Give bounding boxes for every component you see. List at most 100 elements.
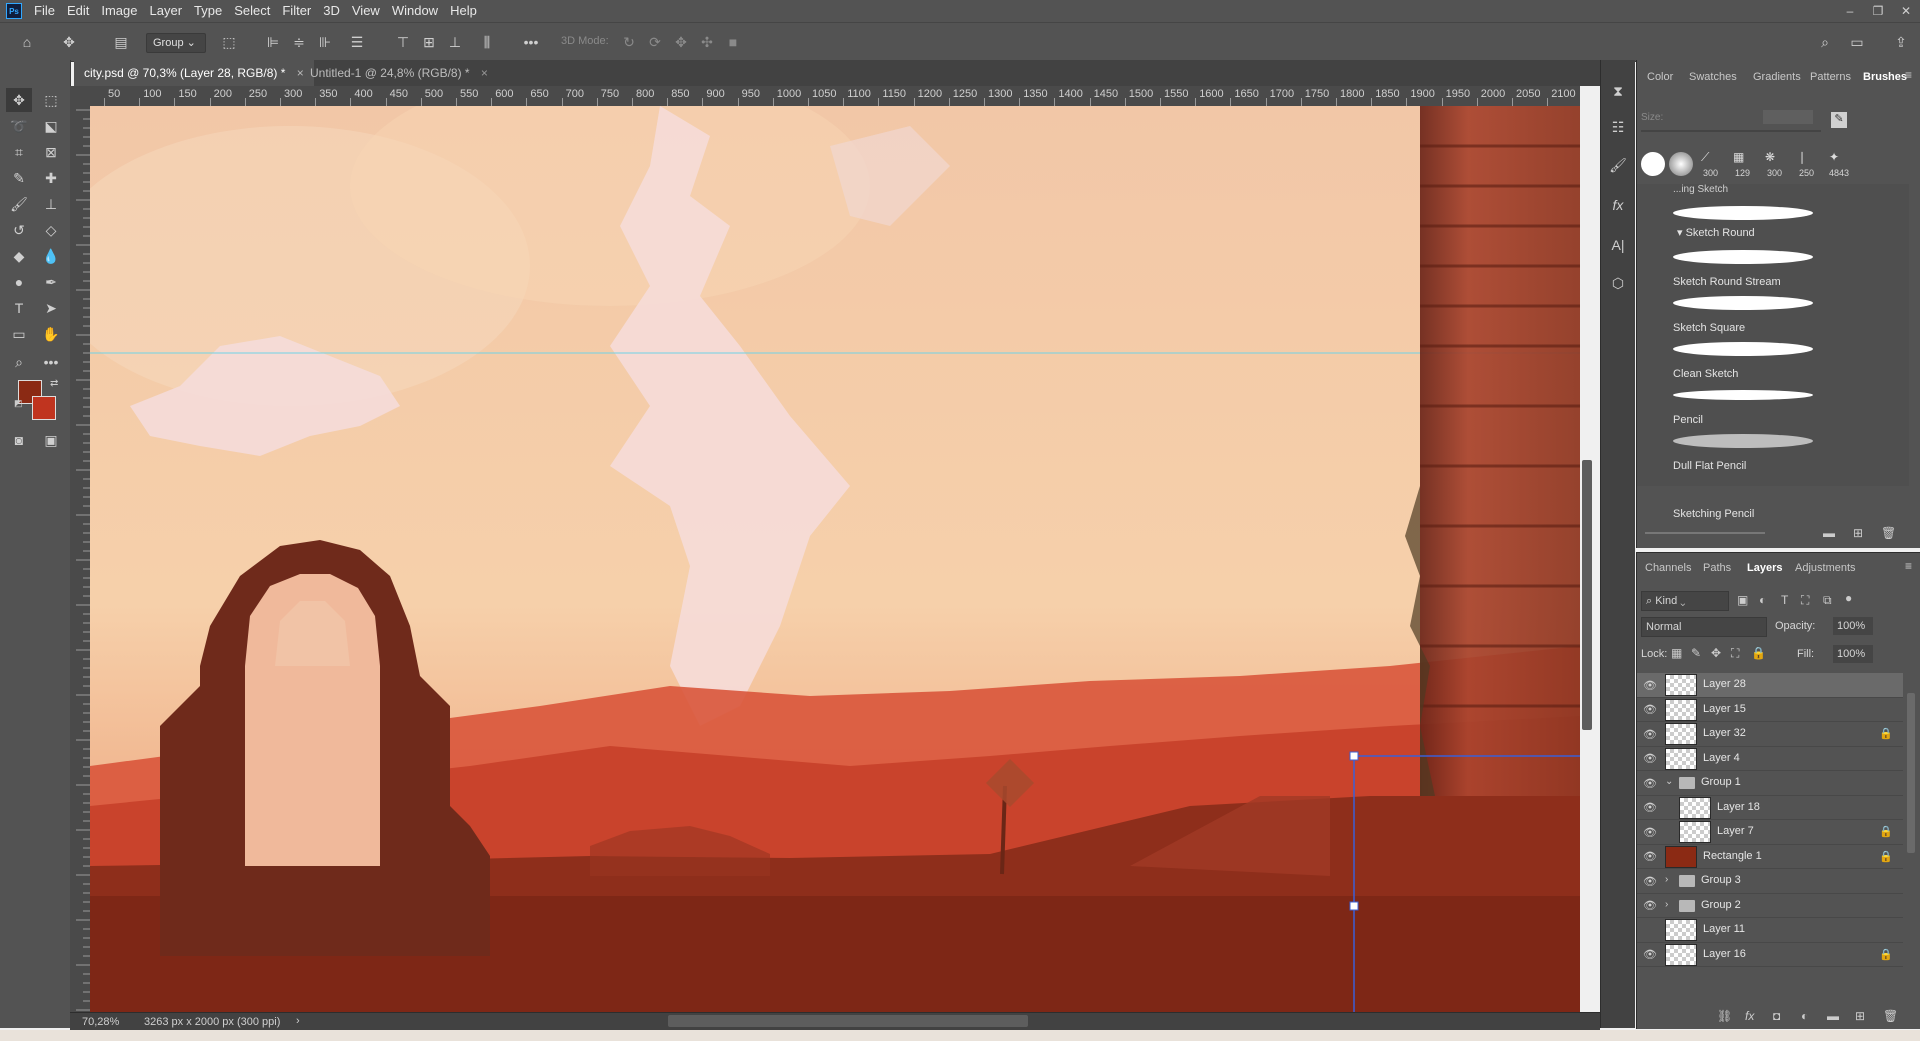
swap-colors-icon[interactable]: ⇄	[50, 378, 58, 389]
history-brush-icon[interactable]: ↺	[6, 218, 32, 242]
minimize-button[interactable]: –	[1836, 0, 1864, 22]
blur-tool-icon[interactable]: 💧	[38, 244, 64, 268]
align-right-icon[interactable]: ⊪	[314, 31, 336, 53]
visibility-eye-icon[interactable]: 👁	[1643, 727, 1657, 741]
lock-artboard-icon[interactable]: ⛶	[1731, 646, 1739, 661]
visibility-eye-icon[interactable]: 👁	[1643, 703, 1657, 717]
visibility-eye-icon[interactable]: 👁	[1643, 948, 1657, 962]
lock-pixels-icon[interactable]: ✎	[1691, 646, 1701, 660]
brush-tool-icon[interactable]: 🖌	[6, 192, 32, 216]
align-left-icon[interactable]: ⊫	[262, 31, 284, 53]
layer-list-scrollbar[interactable]	[1907, 693, 1915, 853]
menu-help[interactable]: Help	[444, 0, 483, 22]
delete-layer-icon[interactable]: 🗑	[1883, 1009, 1898, 1023]
distribute-icon[interactable]: ☰	[346, 31, 368, 53]
preview-size-slider[interactable]	[1645, 532, 1765, 534]
filter-adjustment-icon[interactable]: ◐	[1759, 593, 1766, 607]
tab-paths[interactable]: Paths	[1703, 553, 1731, 583]
size-slider[interactable]	[1641, 130, 1821, 132]
properties-panel-icon[interactable]: ☷	[1607, 116, 1629, 138]
workspace-icon[interactable]: ▭	[1846, 31, 1868, 53]
layer-row[interactable]: 👁 Layer 18	[1637, 796, 1903, 820]
stamp-tool-icon[interactable]: ⊥	[38, 192, 64, 216]
auto-select-target-dropdown[interactable]: Group ⌄	[146, 33, 206, 53]
auto-select-icon[interactable]: ▤	[110, 31, 132, 53]
background-color-swatch[interactable]	[32, 396, 56, 420]
brush-pencil[interactable]: Pencil	[1673, 386, 1823, 432]
distribute-vertical-icon[interactable]: ⫼	[476, 31, 498, 53]
brush-preset-hard-round[interactable]	[1641, 152, 1665, 176]
filter-shape-icon[interactable]: ⛶	[1801, 593, 1809, 608]
brush-preset-soft-round[interactable]	[1669, 152, 1693, 176]
fill-field[interactable]: 100%	[1833, 645, 1873, 663]
brush-group-header[interactable]: ...ing Sketch	[1673, 184, 1728, 195]
visibility-eye-icon[interactable]: 👁	[1643, 825, 1657, 839]
group-toggle-chevron-icon[interactable]: ›	[1665, 899, 1668, 910]
filter-toggle-icon[interactable]: ●	[1845, 591, 1852, 605]
lock-transparent-icon[interactable]: ▦	[1671, 646, 1682, 660]
hand-tool-icon[interactable]: ✋	[38, 322, 64, 346]
filter-type-icon[interactable]: T	[1781, 593, 1788, 607]
character-panel-icon[interactable]: A|	[1607, 234, 1629, 256]
close-tab-icon[interactable]: ×	[481, 66, 488, 80]
eyedropper-tool-icon[interactable]: ✎	[6, 166, 32, 190]
menu-image[interactable]: Image	[95, 0, 143, 22]
tab-color[interactable]: Color	[1647, 60, 1673, 94]
horizontal-scrollbar[interactable]	[668, 1015, 1028, 1027]
home-icon[interactable]: ⌂	[16, 31, 38, 53]
visibility-eye-icon[interactable]: 👁	[1643, 899, 1657, 913]
search-icon[interactable]: ⌕	[1814, 31, 1836, 53]
menu-file[interactable]: File	[28, 0, 61, 22]
more-options-icon[interactable]: •••	[520, 31, 542, 53]
group-toggle-chevron-icon[interactable]: ⌄	[1665, 776, 1673, 787]
layer-style-icon[interactable]: fx	[1745, 1009, 1754, 1023]
menu-edit[interactable]: Edit	[61, 0, 95, 22]
new-brush-group-icon[interactable]: ▬	[1823, 526, 1835, 540]
brush-preset-5[interactable]: ✦ 4843	[1827, 150, 1855, 180]
dodge-tool-icon[interactable]: ●	[6, 270, 32, 294]
zoom-level[interactable]: 70,28%	[82, 1016, 119, 1028]
layer-row[interactable]: Layer 11	[1637, 918, 1903, 943]
object-select-tool-icon[interactable]: ⬕	[38, 114, 64, 138]
styles-fx-icon[interactable]: fx	[1607, 194, 1629, 216]
brush-settings-icon[interactable]: 🖌	[1607, 154, 1629, 176]
layer-row[interactable]: 👁 Layer 15	[1637, 698, 1903, 722]
share-icon[interactable]: ⇪	[1890, 31, 1912, 53]
layer-row[interactable]: 👁 Layer 4	[1637, 747, 1903, 771]
tab-swatches[interactable]: Swatches	[1689, 60, 1737, 94]
visibility-eye-icon[interactable]: 👁	[1643, 874, 1657, 888]
layer-filter-dropdown[interactable]: ⌕ Kind ⌄	[1641, 591, 1729, 611]
brush-sketch-square[interactable]: Sketch Square	[1673, 294, 1823, 340]
layer-row[interactable]: 👁 Layer 32 🔒	[1637, 722, 1903, 747]
path-select-icon[interactable]: ➤	[38, 296, 64, 320]
group-toggle-chevron-icon[interactable]: ›	[1665, 874, 1668, 885]
adjustment-layer-icon[interactable]: ◐	[1801, 1009, 1808, 1023]
3d-scale-icon[interactable]: ■	[722, 31, 744, 53]
3d-pan-icon[interactable]: ✥	[670, 31, 692, 53]
lock-position-icon[interactable]: ✥	[1711, 646, 1721, 660]
crop-tool-icon[interactable]: ⌗	[6, 140, 32, 164]
menu-view[interactable]: View	[346, 0, 386, 22]
layer-row[interactable]: 👁 › Group 3	[1637, 869, 1903, 894]
brush-preset-2[interactable]: ▦ 129	[1731, 150, 1759, 180]
layer-row[interactable]: 👁 Rectangle 1 🔒	[1637, 845, 1903, 869]
tab-layers[interactable]: Layers	[1747, 553, 1782, 583]
tab-patterns[interactable]: Patterns	[1810, 60, 1851, 94]
visibility-eye-icon[interactable]: 👁	[1643, 752, 1657, 766]
lock-all-icon[interactable]: 🔒	[1751, 646, 1766, 660]
layer-row[interactable]: 👁 Layer 16 🔒	[1637, 943, 1903, 967]
move-tool-icon[interactable]: ✥	[6, 88, 32, 112]
visibility-eye-icon[interactable]: 👁	[1643, 850, 1657, 864]
visibility-eye-icon[interactable]	[1643, 923, 1657, 937]
tab-gradients[interactable]: Gradients	[1753, 60, 1801, 94]
menu-3d[interactable]: 3D	[317, 0, 346, 22]
pen-tool-icon[interactable]: ✒	[38, 270, 64, 294]
brush-sketching-pencil-label[interactable]: Sketching Pencil	[1673, 508, 1754, 520]
layer-row[interactable]: 👁 Layer 7 🔒	[1637, 820, 1903, 845]
filter-pixel-icon[interactable]: ▣	[1737, 593, 1748, 607]
layer-row[interactable]: 👁 › Group 2	[1637, 894, 1903, 918]
lasso-tool-icon[interactable]: ➰	[6, 114, 32, 138]
menu-layer[interactable]: Layer	[144, 0, 189, 22]
brush-preset-1[interactable]: ⟋ 300	[1699, 150, 1727, 180]
align-top-icon[interactable]: ⊤	[392, 31, 414, 53]
